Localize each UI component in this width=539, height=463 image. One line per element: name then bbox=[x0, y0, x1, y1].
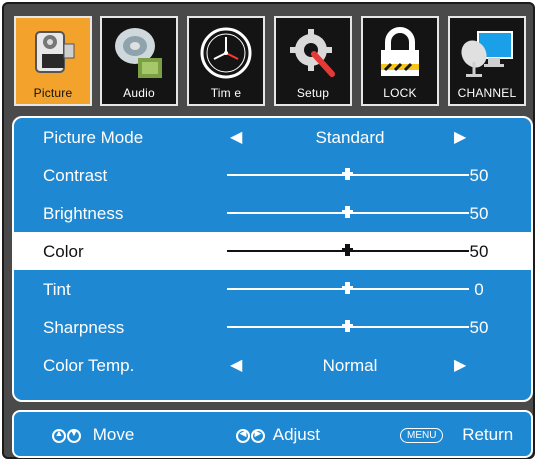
menu-tabs: Picture Audio Tim e Setup LOCK CHANNEL bbox=[14, 16, 532, 108]
tab-label: Audio bbox=[123, 86, 155, 100]
adjust-label: Adjust bbox=[272, 425, 320, 444]
tab-setup[interactable]: Setup bbox=[274, 16, 352, 106]
tint-slider[interactable] bbox=[227, 282, 469, 294]
left-arrow-icon[interactable]: ◀ bbox=[230, 355, 242, 375]
tab-label: LOCK bbox=[383, 86, 417, 100]
slider-thumb[interactable] bbox=[342, 282, 353, 294]
tab-audio[interactable]: Audio bbox=[100, 16, 178, 106]
move-hint: ▲ ▼ Move bbox=[52, 425, 134, 445]
slider-thumb[interactable] bbox=[342, 320, 353, 332]
brightness-slider[interactable] bbox=[227, 206, 469, 218]
sharpness-slider[interactable] bbox=[227, 320, 469, 332]
contrast-row[interactable]: Contrast 50 bbox=[14, 156, 531, 194]
slider-thumb[interactable] bbox=[342, 206, 353, 218]
up-arrow-icon: ▲ bbox=[52, 428, 66, 443]
tab-picture[interactable]: Picture bbox=[14, 16, 92, 106]
setting-name: Color Temp. bbox=[43, 356, 135, 375]
right-arrow-icon[interactable]: ▶ bbox=[454, 127, 466, 147]
setting-name: Contrast bbox=[43, 166, 108, 185]
gear-wrench-icon bbox=[290, 29, 335, 77]
picture-settings-panel: Picture Mode ◀ Standard ▶ Contrast 50 Br… bbox=[12, 116, 533, 402]
tint-row[interactable]: Tint 0 bbox=[14, 270, 531, 308]
menu-key-icon: MENU bbox=[400, 428, 444, 444]
right-arrow-icon[interactable]: ▶ bbox=[454, 355, 466, 375]
slider-thumb[interactable] bbox=[342, 168, 353, 180]
brightness-row[interactable]: Brightness 50 bbox=[14, 194, 531, 232]
camera-icon bbox=[35, 31, 75, 73]
help-bar: ▲ ▼ Move ◀ ▶ Adjust MENU Return bbox=[12, 410, 533, 458]
tab-label: CHANNEL bbox=[457, 86, 517, 100]
setting-name: Picture Mode bbox=[43, 128, 144, 147]
tab-label: Setup bbox=[296, 86, 330, 100]
color-row[interactable]: Color 50 bbox=[14, 232, 531, 270]
contrast-slider[interactable] bbox=[227, 168, 469, 180]
sharpness-value: 50 bbox=[469, 318, 489, 337]
setting-name: Color bbox=[43, 242, 84, 261]
move-label: Move bbox=[92, 425, 135, 444]
tab-label: Tim e bbox=[210, 86, 242, 100]
down-arrow-icon: ▼ bbox=[67, 428, 81, 443]
return-hint: MENU Return bbox=[400, 425, 513, 445]
setting-name: Tint bbox=[43, 280, 71, 299]
brightness-value: 50 bbox=[469, 204, 489, 223]
tab-channel[interactable]: CHANNEL bbox=[448, 16, 526, 106]
padlock-icon bbox=[381, 27, 419, 76]
color-temp-value: Normal bbox=[322, 356, 378, 375]
right-arrow-icon: ▶ bbox=[251, 428, 265, 443]
picture-mode-row[interactable]: Picture Mode ◀ Standard ▶ bbox=[14, 118, 531, 156]
contrast-value: 50 bbox=[469, 166, 489, 185]
tint-value: 0 bbox=[474, 280, 484, 299]
setting-name: Sharpness bbox=[43, 318, 125, 337]
color-value: 50 bbox=[469, 242, 489, 261]
picture-mode-value: Standard bbox=[315, 128, 385, 147]
color-slider[interactable] bbox=[227, 244, 469, 256]
tab-time[interactable]: Tim e bbox=[187, 16, 265, 106]
return-label: Return bbox=[462, 425, 514, 444]
speaker-icon bbox=[115, 28, 162, 78]
slider-thumb[interactable] bbox=[342, 244, 353, 256]
sharpness-row[interactable]: Sharpness 50 bbox=[14, 308, 531, 346]
tv-osd-frame: Picture Audio Tim e Setup LOCK CHANNEL P… bbox=[2, 2, 535, 459]
setting-name: Brightness bbox=[43, 204, 124, 223]
satellite-monitor-icon bbox=[461, 31, 513, 77]
left-arrow-icon[interactable]: ◀ bbox=[230, 127, 242, 147]
adjust-hint: ◀ ▶ Adjust bbox=[236, 425, 320, 445]
left-arrow-icon: ◀ bbox=[236, 428, 250, 443]
tab-label: Picture bbox=[33, 86, 73, 100]
color-temp-row[interactable]: Color Temp. ◀ Normal ▶ bbox=[14, 346, 531, 384]
clock-icon bbox=[200, 27, 252, 79]
tab-lock[interactable]: LOCK bbox=[361, 16, 439, 106]
